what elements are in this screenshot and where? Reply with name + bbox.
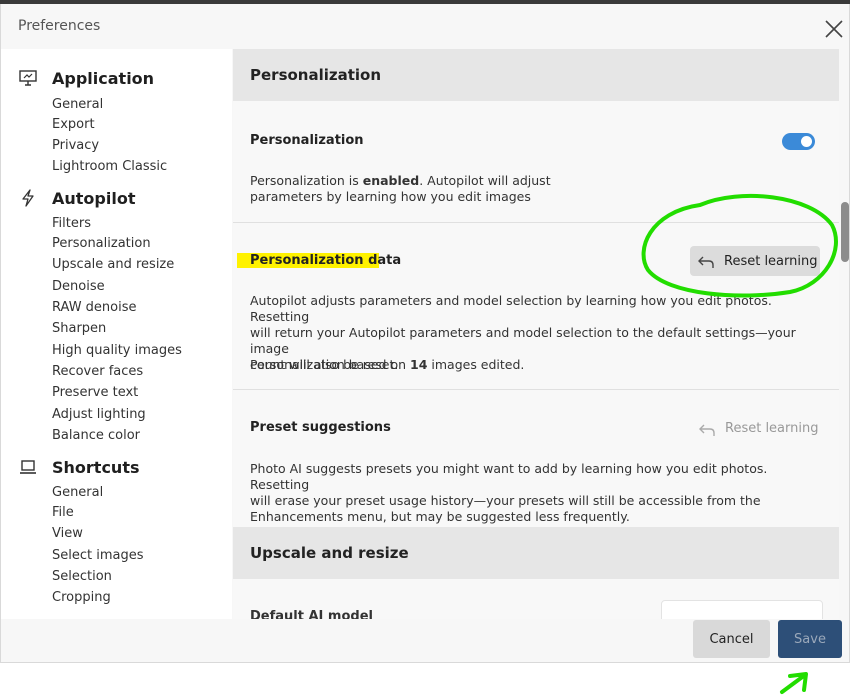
divider	[233, 222, 839, 223]
laptop-icon	[19, 458, 37, 476]
sidebar-item-raw-denoise[interactable]: RAW denoise	[52, 300, 137, 315]
green-arrow-annotation	[780, 672, 808, 694]
sidebar-item-export[interactable]: Export	[52, 117, 95, 132]
divider	[233, 389, 839, 390]
personalization-status-text: Personalization is enabled. Autopilot wi…	[250, 173, 551, 204]
preset-suggestions-title: Preset suggestions	[250, 420, 391, 435]
content-scrollbar[interactable]	[841, 202, 849, 262]
personalization-toggle[interactable]	[782, 133, 815, 150]
settings-content: Personalization Personalization Personal…	[233, 49, 839, 619]
sidebar-group-label: Shortcuts	[52, 457, 140, 477]
sidebar-item-sharpen[interactable]: Sharpen	[52, 321, 106, 336]
sidebar-item-upscale-and-resize[interactable]: Upscale and resize	[52, 257, 174, 272]
sidebar-item-adjust-lighting[interactable]: Adjust lighting	[52, 407, 146, 422]
preset-reset-learning-label: Reset learning	[725, 421, 819, 436]
save-button[interactable]: Save	[778, 620, 842, 658]
sidebar-item-file[interactable]: File	[52, 505, 74, 520]
lightning-icon	[19, 189, 37, 207]
reset-learning-button[interactable]: Reset learning	[690, 246, 820, 276]
default-ai-model-select[interactable]	[661, 600, 823, 619]
cancel-button[interactable]: Cancel	[693, 620, 770, 658]
preset-suggestions-description: Photo AI suggests presets you might want…	[250, 461, 768, 524]
undo-icon	[699, 422, 715, 436]
sidebar-group-label: Autopilot	[52, 188, 136, 208]
reset-learning-label: Reset learning	[724, 254, 818, 269]
sidebar-item-personalization[interactable]: Personalization	[52, 236, 151, 251]
sidebar-item-view[interactable]: View	[52, 526, 83, 541]
sidebar-item-preserve-text[interactable]: Preserve text	[52, 385, 138, 400]
preferences-dialog: Preferences Application General Export P…	[0, 4, 850, 663]
sidebar-group-shortcuts[interactable]: Shortcuts	[19, 456, 140, 478]
sidebar-item-denoise[interactable]: Denoise	[52, 279, 105, 294]
preset-reset-learning-button[interactable]: Reset learning	[699, 419, 829, 439]
monitor-icon	[19, 69, 37, 87]
sidebar-item-general[interactable]: General	[52, 97, 103, 112]
section-header-upscale: Upscale and resize	[233, 527, 839, 579]
close-icon[interactable]	[823, 18, 845, 40]
personalization-count-text: Personalization based on 14 images edite…	[250, 357, 525, 372]
sidebar-item-high-quality-images[interactable]: High quality images	[52, 343, 182, 358]
sidebar-item-selection[interactable]: Selection	[52, 569, 112, 584]
sidebar: Application General Export Privacy Light…	[1, 49, 232, 619]
sidebar-item-cropping[interactable]: Cropping	[52, 590, 111, 605]
section-header-personalization: Personalization	[233, 49, 839, 101]
sidebar-item-shortcuts-general[interactable]: General	[52, 485, 103, 500]
sidebar-group-application[interactable]: Application	[19, 67, 154, 89]
personalization-data-title: Personalization data	[250, 253, 402, 268]
sidebar-group-autopilot[interactable]: Autopilot	[19, 187, 135, 209]
section-title: Personalization	[250, 66, 382, 84]
undo-icon	[698, 254, 714, 268]
section-title: Upscale and resize	[250, 544, 409, 562]
toggle-knob	[801, 136, 812, 147]
dialog-title: Preferences	[18, 18, 101, 34]
sidebar-item-lightroom-classic[interactable]: Lightroom Classic	[52, 159, 167, 174]
personalization-toggle-title: Personalization	[250, 133, 364, 148]
sidebar-item-select-images[interactable]: Select images	[52, 548, 144, 563]
default-ai-model-label: Default AI model	[250, 609, 373, 619]
sidebar-item-filters[interactable]: Filters	[52, 216, 91, 231]
sidebar-item-recover-faces[interactable]: Recover faces	[52, 364, 143, 379]
sidebar-group-label: Application	[52, 68, 155, 88]
sidebar-item-privacy[interactable]: Privacy	[52, 138, 99, 153]
sidebar-item-balance-color[interactable]: Balance color	[52, 428, 140, 443]
